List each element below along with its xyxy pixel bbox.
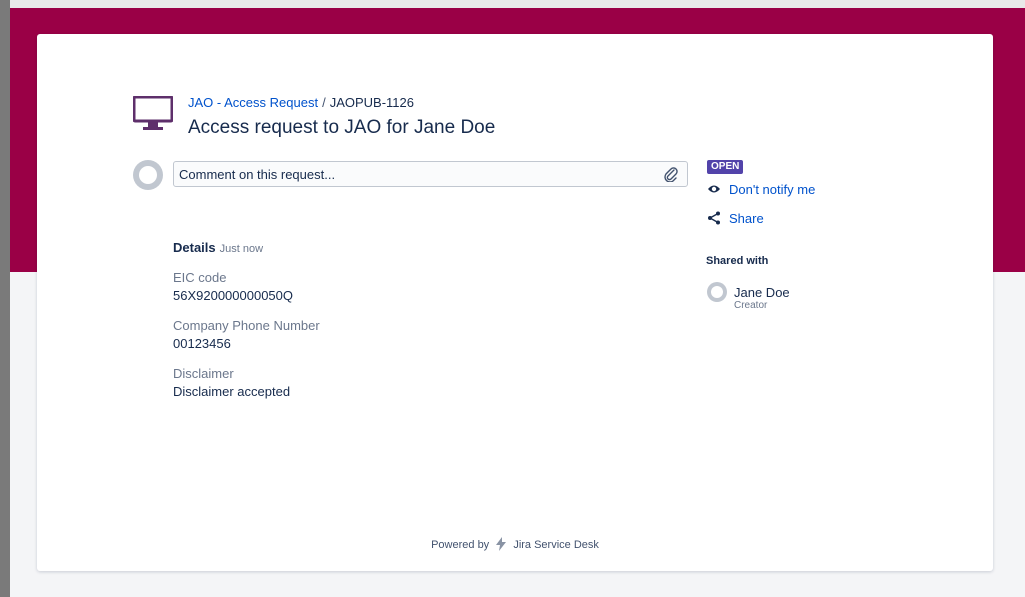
status-badge: OPEN <box>707 160 744 174</box>
request-card: JAO - Access Request / JAOPUB-1126 Access … <box>37 34 993 571</box>
field-value-phone: 00123456 <box>173 336 231 351</box>
field-label-disclaimer: Disclaimer <box>173 366 234 381</box>
eye-icon <box>708 185 720 193</box>
avatar <box>133 160 163 190</box>
jira-service-desk-link[interactable]: Jira Service Desk <box>513 539 599 551</box>
field-label-phone: Company Phone Number <box>173 318 320 333</box>
breadcrumb: JAO - Access Request / JAOPUB-1126 <box>188 95 414 110</box>
notify-toggle-link[interactable]: Don't notify me <box>707 182 815 197</box>
field-value-disclaimer: Disclaimer accepted <box>173 384 291 399</box>
comment-placeholder: Comment on this request... <box>179 167 336 182</box>
details-heading: Details Just now <box>173 240 263 255</box>
shared-user-avatar <box>707 282 727 302</box>
comment-input[interactable]: Comment on this request... <box>173 161 688 187</box>
monitor-icon <box>133 96 173 130</box>
breadcrumb-portal-link[interactable]: JAO - Access Request <box>188 95 318 110</box>
breadcrumb-issue-key[interactable]: JAOPUB-1126 <box>330 95 414 110</box>
window-left-edge <box>0 0 10 597</box>
field-value-eic: 56X920000000050Q <box>173 288 294 303</box>
share-link[interactable]: Share <box>707 211 764 226</box>
share-label: Share <box>729 211 764 226</box>
breadcrumb-separator: / <box>322 95 326 110</box>
details-timestamp: Just now <box>219 243 264 255</box>
shared-with-heading: Shared with <box>706 255 769 267</box>
shared-user-role: Creator <box>734 300 768 311</box>
details-title: Details <box>173 240 216 255</box>
shared-user-name: Jane Doe <box>734 285 790 300</box>
jira-bolt-icon <box>496 537 507 551</box>
browser-top-strip <box>10 0 1025 8</box>
powered-by-prefix: Powered by <box>431 539 490 551</box>
notify-label: Don't notify me <box>729 182 816 197</box>
page-title: Access request to JAO for Jane Doe <box>188 117 496 138</box>
share-icon <box>708 211 720 225</box>
paperclip-icon[interactable] <box>663 166 679 182</box>
powered-by-footer: Powered by Jira Service Desk <box>37 537 993 551</box>
field-label-eic: EIC code <box>173 270 227 285</box>
